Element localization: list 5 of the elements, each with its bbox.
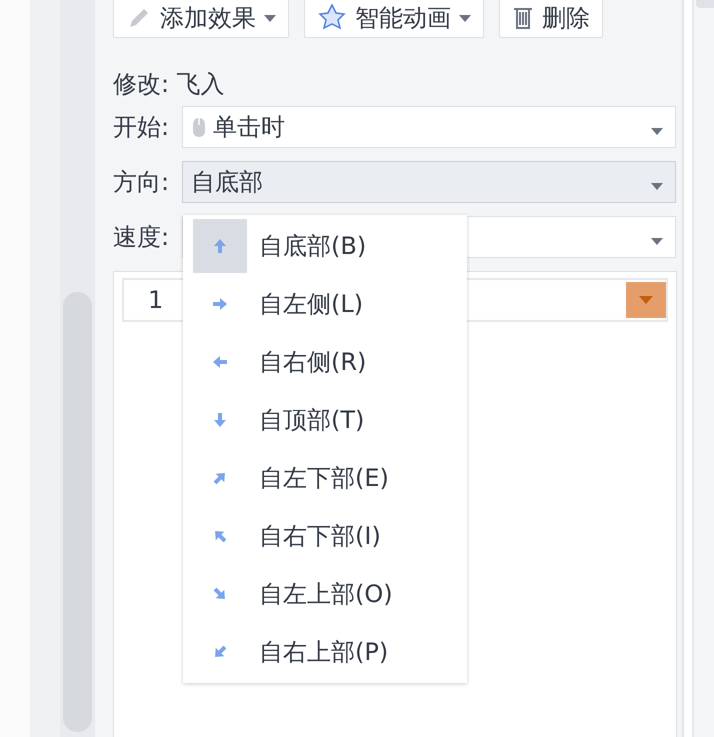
row-number: 1 bbox=[148, 286, 164, 314]
field-label: 速度: bbox=[113, 222, 170, 253]
field-label: 开始: bbox=[113, 112, 170, 143]
modify-label: 修改: 飞入 bbox=[113, 69, 226, 100]
field-label: 方向: bbox=[113, 167, 170, 198]
